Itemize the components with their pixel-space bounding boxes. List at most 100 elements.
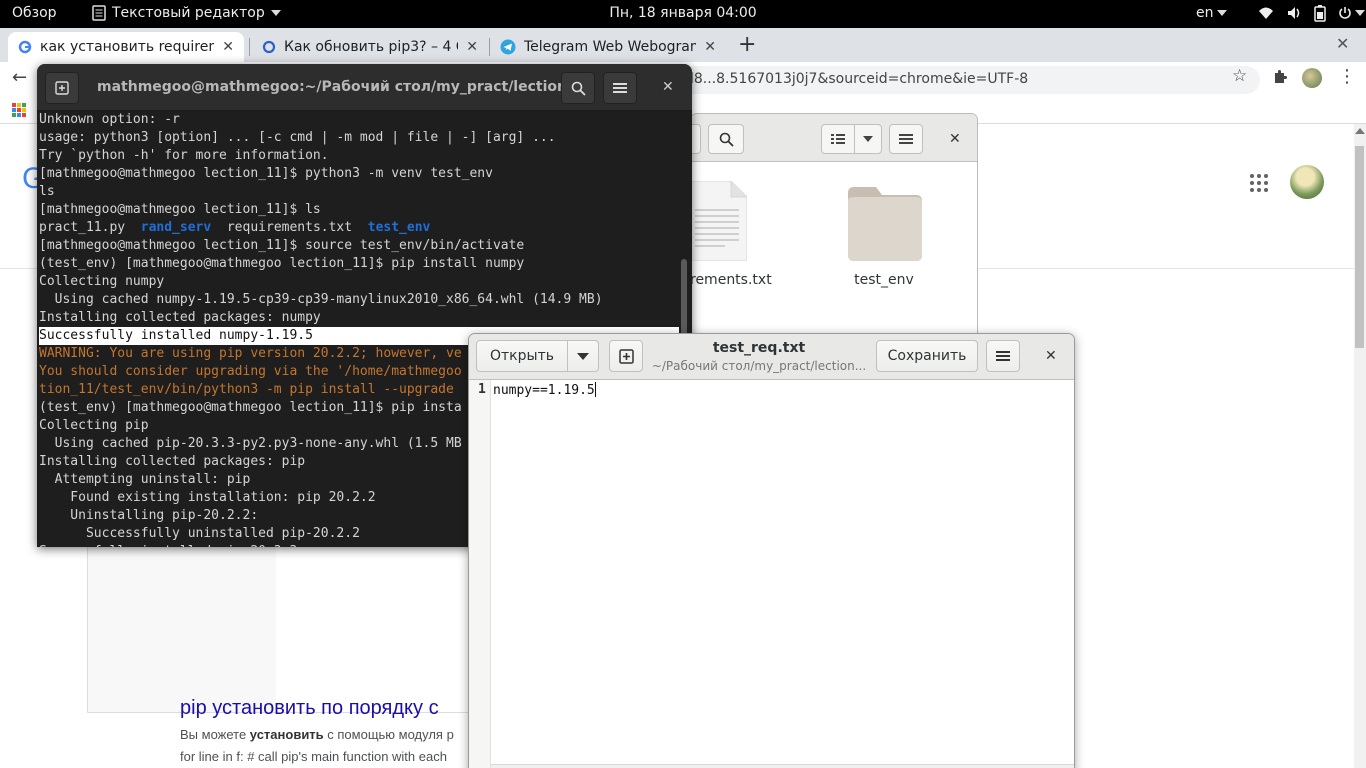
close-icon[interactable]: ✕ — [662, 79, 674, 95]
ls-directory: test_env — [367, 220, 431, 235]
chevron-down-icon — [577, 352, 589, 360]
google-apps-icon[interactable] — [1250, 174, 1268, 192]
open-recent-button[interactable] — [567, 340, 599, 372]
search-result-snippet: Вы можете установить с помощью модуля р — [180, 727, 470, 742]
editor-menu-button[interactable] — [986, 340, 1020, 372]
text-editor-icon — [92, 5, 106, 21]
app-menu[interactable]: Текстовый редактор — [92, 5, 281, 21]
keyboard-layout-indicator[interactable]: en — [1196, 5, 1227, 21]
clock[interactable]: Пн, 18 января 04:00 — [609, 5, 756, 21]
qna-favicon — [262, 40, 276, 54]
profile-avatar[interactable] — [1302, 68, 1322, 88]
ls-spacer — [125, 220, 141, 235]
tab-separator — [249, 38, 250, 56]
chevron-down-icon — [1216, 10, 1227, 16]
folder-label[interactable]: test_env — [840, 272, 928, 288]
text-file-icon[interactable] — [687, 181, 747, 261]
ls-spacer — [352, 220, 368, 235]
address-bar[interactable]: l8...8.5167013j0j7&sourceid=chrome&ie=UT… — [680, 66, 1260, 94]
search-result-snippet-line: for line in f: # call pip's main functio… — [180, 749, 447, 764]
bookmark-star-icon[interactable]: ☆ — [1232, 66, 1247, 86]
view-options-button[interactable] — [854, 124, 882, 154]
editor-statusbar — [491, 764, 1074, 768]
close-icon[interactable]: ✕ — [1045, 348, 1057, 364]
browser-tab-strip: как установить requirements ✕ Как обнови… — [0, 28, 1366, 62]
window-close-button[interactable]: ✕ — [1336, 34, 1349, 53]
search-icon — [719, 132, 734, 147]
system-menu[interactable] — [1258, 4, 1365, 22]
terminal-headerbar: mathmegoo@mathmegoo:~/Рабочий стол/my_pr… — [37, 64, 692, 111]
battery-icon — [1314, 5, 1326, 22]
terminal-line: [mathmegoo@mathmegoo lection_11]$ source… — [39, 238, 525, 253]
save-button[interactable]: Сохранить — [876, 340, 978, 372]
snippet-text: с помощью модуля р — [323, 727, 454, 742]
activities-button[interactable]: Обзор — [12, 5, 57, 21]
chevron-down-icon — [1355, 10, 1365, 16]
tab-google-search[interactable]: как установить requirements ✕ — [8, 32, 244, 62]
hamburger-icon — [996, 351, 1010, 361]
terminal-line: Unknown option: -r — [39, 112, 180, 127]
tab-title: как установить requirements — [40, 39, 214, 55]
view-list-button[interactable] — [821, 124, 855, 154]
close-icon[interactable]: ✕ — [949, 131, 961, 147]
back-arrow-icon[interactable]: ← — [12, 67, 27, 88]
google-favicon — [18, 40, 32, 54]
terminal-line: [mathmegoo@mathmegoo lection_11]$ python… — [39, 166, 493, 181]
terminal-line: [mathmegoo@mathmegoo lection_11]$ ls — [39, 202, 321, 217]
terminal-line: Collecting numpy — [39, 274, 165, 289]
new-document-button[interactable] — [609, 340, 643, 372]
files-menu-button[interactable] — [889, 124, 923, 154]
scroll-up-arrow-icon[interactable] — [1355, 128, 1365, 134]
text-editor-headerbar: Открыть test_req.txt ~/Рабочий стол/my_p… — [469, 334, 1074, 380]
file-label[interactable]: rements.txt — [690, 272, 772, 288]
search-button[interactable] — [708, 124, 744, 154]
search-result-title[interactable]: pip установить по порядку с — [180, 697, 470, 719]
terminal-line: ls — [39, 184, 55, 199]
tab-close-icon[interactable]: ✕ — [222, 39, 234, 55]
tab-pip-question[interactable]: Как обновить pip3? – 4 Ответа ✕ — [252, 32, 488, 62]
text-caret — [594, 382, 596, 397]
search-button[interactable] — [561, 72, 595, 104]
line-number-gutter — [469, 380, 491, 768]
volume-icon — [1288, 7, 1300, 19]
wifi-icon — [1259, 7, 1273, 19]
document-path: ~/Рабочий стол/my_pract/lection... — [651, 359, 867, 373]
snippet-text: Вы можете — [180, 727, 250, 742]
page-scrollbar-thumb[interactable] — [1355, 146, 1364, 348]
tab-title: Telegram Web Webogram — [524, 39, 697, 55]
result-card — [276, 540, 476, 713]
open-button[interactable]: Открыть — [476, 340, 568, 372]
editor-text-area[interactable]: numpy==1.19.5 — [493, 382, 596, 398]
new-tab-button[interactable] — [45, 72, 79, 104]
chevron-down-icon — [863, 136, 873, 142]
ls-directory: rand_serv — [140, 220, 212, 235]
terminal-line: pract_11.py rand_serv requirements.txt t… — [39, 219, 679, 237]
terminal-menu-button[interactable] — [603, 72, 637, 104]
tab-close-icon[interactable]: ✕ — [466, 39, 478, 55]
new-tab-button[interactable]: + — [738, 32, 756, 57]
hamburger-icon — [613, 83, 627, 93]
bookmarks-apps-icon[interactable] — [12, 103, 26, 117]
terminal-title: mathmegoo@mathmegoo:~/Рабочий стол/my_pr… — [97, 79, 594, 95]
chrome-menu-icon[interactable]: ⋮ — [1338, 66, 1356, 87]
ls-file: pract_11.py — [39, 220, 126, 235]
ls-spacer — [211, 220, 227, 235]
tab-close-icon[interactable]: ✕ — [704, 39, 716, 55]
terminal-line: Try `python -h' for more information. — [39, 148, 329, 163]
folder-icon[interactable] — [844, 183, 924, 263]
extensions-icon[interactable] — [1272, 69, 1288, 85]
telegram-favicon — [500, 39, 516, 55]
code-line: numpy==1.19.5 — [493, 383, 595, 398]
ls-file: requirements.txt — [226, 220, 353, 235]
gnome-top-bar: Обзор Текстовый редактор Пн, 18 января 0… — [0, 0, 1366, 28]
lang-label: en — [1196, 5, 1214, 21]
new-tab-icon — [618, 348, 634, 364]
terminal-line: (test_env) [mathmegoo@mathmegoo lection_… — [39, 256, 525, 271]
terminal-line: usage: python3 [option] ... [-c cmd | -m… — [39, 130, 556, 145]
document-title: test_req.txt — [712, 340, 806, 356]
google-account-avatar[interactable] — [1290, 165, 1324, 199]
tab-telegram[interactable]: Telegram Web Webogram ✕ — [490, 32, 726, 62]
new-tab-icon — [55, 81, 69, 95]
list-view-icon — [831, 134, 845, 144]
terminal-line: Installing collected packages: numpy — [39, 310, 321, 325]
